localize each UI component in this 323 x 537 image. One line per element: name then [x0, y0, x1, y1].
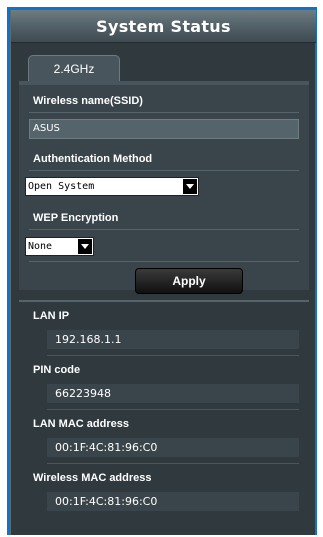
- auth-method-select[interactable]: Open System: [25, 177, 199, 196]
- divider: [47, 463, 299, 464]
- wep-encryption-value: None: [28, 241, 53, 252]
- wep-encryption-select[interactable]: None: [25, 237, 94, 256]
- chevron-down-icon: [183, 179, 197, 194]
- auth-method-value: Open System: [28, 181, 95, 192]
- wireless-mac-label: Wireless MAC address: [33, 472, 152, 484]
- apply-button[interactable]: Apply: [135, 268, 243, 294]
- divider: [29, 229, 299, 230]
- divider: [47, 409, 299, 410]
- lan-ip-value: 192.168.1.1: [47, 330, 299, 349]
- divider: [29, 170, 299, 171]
- panel-title: System Status: [11, 10, 316, 43]
- tab-2-4ghz[interactable]: 2.4GHz: [28, 55, 120, 81]
- lan-ip-label: LAN IP: [33, 310, 70, 322]
- auth-method-label: Authentication Method: [33, 153, 153, 165]
- divider: [29, 261, 299, 262]
- ssid-label: Wireless name(SSID): [33, 95, 143, 107]
- system-status-panel: System Status 2.4GHz Wireless name(SSID)…: [10, 10, 316, 535]
- pin-code-value: 66223948: [47, 384, 299, 403]
- wireless-mac-value: 00:1F:4C:81:96:C0: [47, 492, 299, 511]
- lan-mac-label: LAN MAC address: [33, 418, 129, 430]
- wep-encryption-label: WEP Encryption: [33, 212, 119, 224]
- ssid-input[interactable]: ASUS: [29, 119, 299, 139]
- pin-code-label: PIN code: [33, 364, 81, 376]
- divider: [47, 355, 299, 356]
- divider: [29, 112, 299, 113]
- chevron-down-icon: [78, 239, 92, 254]
- lan-mac-value: 00:1F:4C:81:96:C0: [47, 438, 299, 457]
- section-separator: [19, 300, 309, 302]
